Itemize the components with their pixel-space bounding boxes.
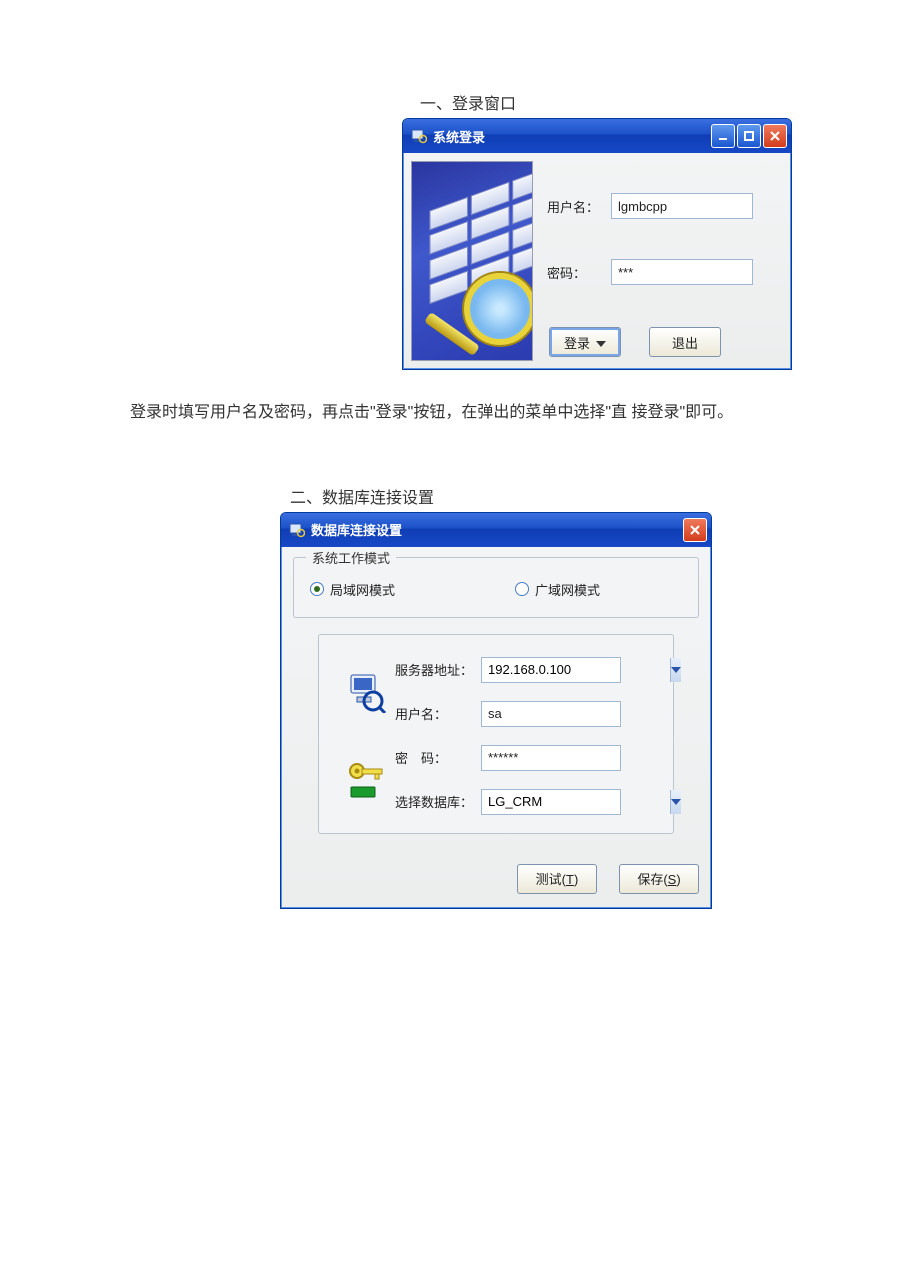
radio-icon <box>515 582 529 596</box>
password-label: 密码： <box>547 263 603 282</box>
radio-wan-label: 广域网模式 <box>535 580 600 599</box>
radio-lan-label: 局域网模式 <box>330 580 395 599</box>
database-combo[interactable] <box>481 789 621 815</box>
radio-lan[interactable]: 局域网模式 <box>310 580 395 599</box>
section2-heading: 二、数据库连接设置 <box>290 484 790 508</box>
password-input[interactable] <box>611 259 753 285</box>
app-icon <box>411 128 427 144</box>
dbconn-window: 数据库连接设置 系统工作模式 局域网模式 广域网模式 <box>280 512 712 909</box>
chevron-down-icon[interactable] <box>670 658 681 682</box>
close-button[interactable] <box>763 124 787 148</box>
exit-button-label: 退出 <box>672 333 698 352</box>
section1-description: 登录时填写用户名及密码，再点击"登录"按钮，在弹出的菜单中选择"直 接登录"即可… <box>130 392 790 434</box>
radio-icon <box>310 582 324 596</box>
close-button[interactable] <box>683 518 707 542</box>
db-password-label: 密 码： <box>395 748 481 767</box>
database-input[interactable] <box>482 790 670 814</box>
server-input[interactable] <box>482 658 670 682</box>
exit-button[interactable]: 退出 <box>649 327 721 357</box>
login-window: 系统登录 用户名： <box>402 118 792 370</box>
username-input[interactable] <box>611 193 753 219</box>
dbconn-titlebar[interactable]: 数据库连接设置 <box>281 513 711 547</box>
save-button[interactable]: 保存(S) <box>619 864 699 894</box>
db-settings-panel: 服务器地址： 用户名： <box>318 634 674 834</box>
radio-wan[interactable]: 广域网模式 <box>515 580 600 599</box>
save-button-label: 保存(S) <box>637 869 680 888</box>
test-button[interactable]: 测试(T) <box>517 864 597 894</box>
login-title: 系统登录 <box>433 127 705 146</box>
server-label: 服务器地址： <box>395 660 481 679</box>
login-titlebar[interactable]: 系统登录 <box>403 119 791 153</box>
login-illustration <box>411 161 533 361</box>
workmode-group: 系统工作模式 局域网模式 广域网模式 <box>293 557 699 618</box>
server-icon <box>337 671 395 713</box>
test-button-label: 测试(T) <box>536 869 579 888</box>
username-label: 用户名： <box>547 197 603 216</box>
maximize-button[interactable] <box>737 124 761 148</box>
chevron-down-icon[interactable] <box>670 790 681 814</box>
db-username-input[interactable] <box>481 701 621 727</box>
dropdown-arrow-icon <box>596 335 606 350</box>
server-combo[interactable] <box>481 657 621 683</box>
section1-heading: 一、登录窗口 <box>420 90 790 114</box>
login-button[interactable]: 登录 <box>549 327 621 357</box>
db-select-label: 选择数据库： <box>395 792 481 811</box>
minimize-button[interactable] <box>711 124 735 148</box>
app-icon <box>289 522 305 538</box>
workmode-group-title: 系统工作模式 <box>306 548 396 567</box>
key-icon <box>337 759 395 801</box>
dbconn-title: 数据库连接设置 <box>311 520 677 539</box>
login-button-label: 登录 <box>564 333 590 352</box>
db-password-input[interactable] <box>481 745 621 771</box>
db-username-label: 用户名： <box>395 704 481 723</box>
